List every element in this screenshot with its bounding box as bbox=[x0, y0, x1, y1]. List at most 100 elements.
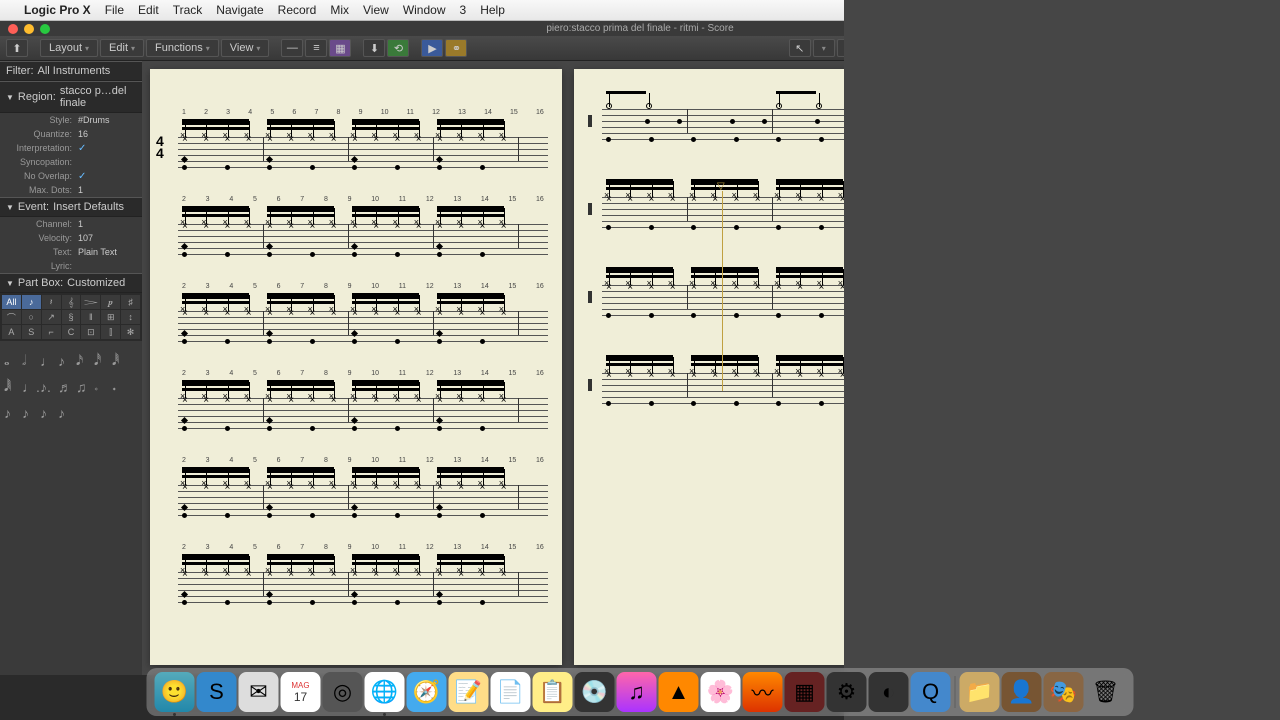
layout-menu[interactable]: Layout▾ bbox=[40, 39, 98, 57]
dock-plugin2[interactable]: ⚙ bbox=[827, 672, 867, 712]
dock-notes[interactable]: 📝 bbox=[449, 672, 489, 712]
dock-safari[interactable]: 🧭 bbox=[407, 672, 447, 712]
menu-file[interactable]: File bbox=[105, 3, 124, 17]
note-symbol[interactable]: ♪ bbox=[58, 399, 72, 421]
maximize-button[interactable] bbox=[40, 24, 50, 34]
dock-vlc[interactable]: ▲ bbox=[659, 672, 699, 712]
note-symbol[interactable]: 𝅘𝅥𝅲 bbox=[4, 373, 18, 395]
partbox-cat[interactable]: A bbox=[2, 325, 21, 339]
staff-system[interactable]: 12345678910111213141516××××××××××××××××4… bbox=[178, 137, 548, 175]
note-symbol[interactable]: 𝆺 bbox=[112, 373, 126, 395]
menu-mix[interactable]: Mix bbox=[330, 3, 349, 17]
disclosure-triangle-icon[interactable]: ▼ bbox=[6, 203, 14, 212]
partbox-cat[interactable]: ⊞ bbox=[101, 310, 120, 324]
partbox-cat[interactable]: ↕ bbox=[121, 310, 140, 324]
partbox-cat[interactable]: ⌒ bbox=[2, 310, 21, 324]
linear-view-button[interactable]: — bbox=[281, 39, 303, 57]
partbox-cat[interactable]: ⌐ bbox=[42, 325, 61, 339]
partbox-cat[interactable]: 𝆏 bbox=[101, 295, 120, 309]
view-menu-local[interactable]: View▾ bbox=[221, 39, 270, 57]
menu-view[interactable]: View bbox=[363, 3, 389, 17]
menu-window[interactable]: Window bbox=[403, 3, 446, 17]
note-symbol[interactable]: 𝅝 bbox=[4, 347, 18, 369]
midi-in-button[interactable]: ⬇ bbox=[363, 39, 385, 57]
menu-help[interactable]: Help bbox=[480, 3, 505, 17]
note-symbol[interactable]: ♪ bbox=[22, 399, 36, 421]
note-symbol[interactable]: ♫ bbox=[76, 373, 90, 395]
page-view-button[interactable]: ▦ bbox=[329, 39, 351, 57]
note-symbol[interactable]: ♩ bbox=[40, 347, 54, 369]
text-style-value[interactable]: Plain Text bbox=[78, 247, 136, 257]
partbox-cat[interactable]: C bbox=[62, 325, 81, 339]
velocity-value[interactable]: 107 bbox=[78, 233, 136, 243]
catch-button[interactable]: ▶ bbox=[421, 39, 443, 57]
partbox-cat[interactable]: ⫿ bbox=[101, 325, 120, 339]
close-button[interactable] bbox=[8, 24, 18, 34]
dock-skype[interactable]: S bbox=[197, 672, 237, 712]
menu-navigate[interactable]: Navigate bbox=[216, 3, 263, 17]
app-name-menu[interactable]: Logic Pro X bbox=[24, 3, 91, 17]
channel-value[interactable]: 1 bbox=[78, 219, 136, 229]
note-symbol[interactable]: ♬ bbox=[58, 373, 72, 395]
dock-chrome[interactable]: 🌐 bbox=[365, 672, 405, 712]
staff-system[interactable]: 2345678910111213141516×××××××××××××××× bbox=[178, 485, 548, 523]
style-value[interactable]: #Drums bbox=[78, 115, 136, 125]
menu-edit[interactable]: Edit bbox=[138, 3, 159, 17]
note-symbol[interactable]: 𝅘𝅥𝅯 bbox=[76, 347, 90, 369]
menu-record[interactable]: Record bbox=[278, 3, 317, 17]
note-symbol[interactable]: 𝅗𝅥 bbox=[22, 347, 36, 369]
partbox-cat[interactable]: ↗ bbox=[42, 310, 61, 324]
partbox-cat[interactable]: 𝄞 bbox=[62, 295, 81, 309]
dock-folder[interactable]: 📁 bbox=[960, 672, 1000, 712]
dock-app-y[interactable]: 🎭 bbox=[1044, 672, 1084, 712]
event-header[interactable]: ▼ Event: Insert Defaults bbox=[0, 197, 142, 217]
partbox-cat[interactable]: ○ bbox=[22, 310, 41, 324]
partbox-cat[interactable]: 𝄽 bbox=[42, 295, 61, 309]
score-canvas[interactable]: 12345678910111213141516××××××××××××××××4… bbox=[142, 61, 1280, 675]
disclosure-triangle-icon[interactable]: ▼ bbox=[6, 279, 14, 288]
staff-system[interactable]: 2345678910111213141516×××××××××××××××× bbox=[178, 224, 548, 262]
edit-menu[interactable]: Edit▾ bbox=[100, 39, 144, 57]
dock-textedit[interactable]: 📄 bbox=[491, 672, 531, 712]
dock-quicktime[interactable]: Q bbox=[911, 672, 951, 712]
menu-3[interactable]: 3 bbox=[460, 3, 467, 17]
dock-stickies[interactable]: 📋 bbox=[533, 672, 573, 712]
partbox-all[interactable]: All bbox=[2, 295, 21, 309]
dock-photos[interactable]: 🌸 bbox=[701, 672, 741, 712]
region-header[interactable]: ▼ Region: stacco p…del finale bbox=[0, 81, 142, 113]
partbox-cat[interactable]: ⊡ bbox=[81, 325, 100, 339]
dock-calendar[interactable]: MAG17 bbox=[281, 672, 321, 712]
partbox-header[interactable]: ▼ Part Box: Customized bbox=[0, 273, 142, 293]
overlap-checkbox[interactable]: ✓ bbox=[78, 171, 136, 182]
dock-plugin[interactable]: ▦ bbox=[785, 672, 825, 712]
note-symbol[interactable]: ♩. bbox=[22, 373, 36, 395]
staff-system[interactable]: 2345678910111213141516×××××××××××××××× bbox=[178, 398, 548, 436]
link-button[interactable]: ⚭ bbox=[445, 39, 467, 57]
score-page-1[interactable]: 12345678910111213141516××××××××××××××××4… bbox=[150, 69, 562, 665]
dock-mail[interactable]: ✉ bbox=[239, 672, 279, 712]
minimize-button[interactable] bbox=[24, 24, 34, 34]
functions-menu[interactable]: Functions▾ bbox=[146, 39, 219, 57]
pointer-tool[interactable]: ↖ bbox=[789, 39, 811, 57]
midi-out-button[interactable]: ⟲ bbox=[387, 39, 409, 57]
dock-plugin3[interactable]: ◐ bbox=[869, 672, 909, 712]
dock-waves[interactable]: 〰 bbox=[743, 672, 783, 712]
note-symbol[interactable]: ♪ bbox=[40, 399, 54, 421]
partbox-cat[interactable]: § bbox=[62, 310, 81, 324]
wrapped-view-button[interactable]: ≡ bbox=[305, 39, 327, 57]
partbox-cat[interactable]: 𝆓 bbox=[81, 295, 100, 309]
dock-trash[interactable]: 🗑 bbox=[1086, 672, 1126, 712]
quantize-value[interactable]: 16 bbox=[78, 129, 136, 139]
dock-itunes[interactable]: ♫ bbox=[617, 672, 657, 712]
disclosure-triangle-icon[interactable]: ▼ bbox=[6, 93, 14, 102]
dock-app-x[interactable]: 👤 bbox=[1002, 672, 1042, 712]
partbox-cat[interactable]: ✻ bbox=[121, 325, 140, 339]
note-symbol[interactable]: ♪. bbox=[40, 373, 54, 395]
tool-menu-1[interactable]: ▾ bbox=[813, 39, 835, 57]
staff-system[interactable]: 2345678910111213141516×××××××××××××××× bbox=[178, 311, 548, 349]
playhead[interactable] bbox=[722, 191, 723, 391]
partbox-cat[interactable]: ♯ bbox=[121, 295, 140, 309]
dock-dvd[interactable]: 💿 bbox=[575, 672, 615, 712]
note-symbol[interactable]: ♪ bbox=[4, 399, 18, 421]
partbox-notes[interactable]: ♪ bbox=[22, 295, 41, 309]
